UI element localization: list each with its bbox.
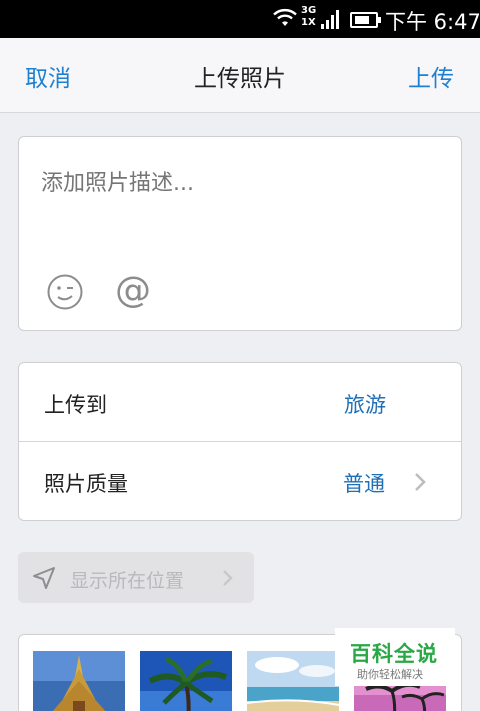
watermark-logo: 百科全说 助你轻松解决 [335,628,455,686]
mention-at-icon[interactable]: @ [113,271,153,311]
show-location-label: 显示所在位置 [70,570,185,592]
location-arrow-icon [33,567,55,589]
smiley-wink-icon[interactable] [46,273,84,311]
beach-image [247,651,339,711]
upload-button[interactable]: 上传 [408,59,454,93]
battery-icon [350,12,381,28]
status-time: 下午 6:47 [385,10,480,34]
watermark-title: 百科全说 [350,642,438,666]
upload-to-label: 上传到 [44,393,107,417]
upload-to-row[interactable]: 上传到 旅游 [19,363,461,442]
navigation-bar: 取消 上传照片 上传 [0,38,480,113]
wifi-icon [273,8,297,26]
chevron-right-icon [223,570,233,586]
photo-description-input[interactable] [41,171,441,196]
settings-card: 上传到 旅游 照片质量 普通 [18,362,462,521]
status-bar: 3G 1X 下午 6:47 [0,0,480,38]
network-indicator: 3G 1X [301,6,341,32]
watermark-subtitle: 助你轻松解决 [357,668,423,681]
chevron-right-icon [415,473,426,491]
upload-to-value: 旅游 [344,393,386,417]
signal-bars-icon [321,10,339,29]
photo-thumbnail-beach[interactable] [247,651,339,711]
description-card: @ [18,136,462,331]
network-type-bottom: 1X [301,17,316,28]
temple-image [33,651,125,711]
show-location-button[interactable]: 显示所在位置 [18,552,254,603]
photo-quality-value: 普通 [343,472,385,496]
photo-quality-row[interactable]: 照片质量 普通 [19,442,461,521]
photo-thumbnail-palm[interactable] [140,651,232,711]
photo-thumbnail-temple[interactable] [33,651,125,711]
photo-quality-label: 照片质量 [44,472,128,496]
palm-tree-image [140,651,232,711]
network-type-top: 3G [301,5,317,16]
